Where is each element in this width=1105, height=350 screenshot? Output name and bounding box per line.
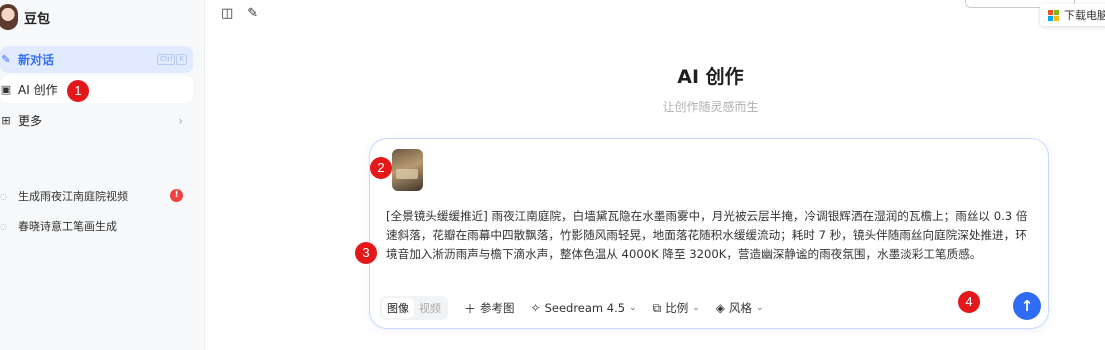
chevron-right-icon: ›	[178, 113, 183, 128]
avatar	[0, 4, 18, 30]
new-chat-icon[interactable]: ✎	[247, 6, 258, 21]
ratio-label: 比例	[665, 301, 689, 315]
ratio-select[interactable]: ⧉ 比例 ⌄	[653, 300, 700, 316]
app-brand[interactable]: 豆包	[0, 2, 50, 32]
download-label: 下载电脑	[1064, 9, 1105, 22]
download-desktop-button[interactable]: 下载电脑	[1040, 4, 1105, 26]
page-subtitle: 让创作随灵感而生	[662, 100, 759, 114]
page-title: AI 创作	[677, 66, 744, 88]
app-name: 豆包	[24, 11, 51, 27]
composer-toolbar: 图像 视频 ＋ 参考图 ✧ Seedream 4.5 ⌄ ⧉ 比例 ⌄ ◈ 风格…	[380, 296, 764, 320]
chat-bubble-icon: ◌	[0, 191, 7, 201]
history-item[interactable]: ◌ 生成雨夜江南庭院视频 !	[0, 186, 193, 206]
reference-label: 参考图	[480, 301, 515, 315]
history-item-label: 生成雨夜江南庭院视频	[18, 190, 128, 203]
chevron-down-icon: ⌄	[692, 303, 700, 313]
style-label: 风格	[728, 301, 752, 315]
ratio-icon: ⧉	[652, 300, 662, 315]
arrow-up-icon: ↑	[1020, 297, 1034, 315]
chevron-down-icon: ⌄	[629, 303, 637, 313]
prompt-input[interactable]: [全景镜头缓缓推近] 雨夜江南庭院，白墙黛瓦隐在水墨雨雾中，月光被云层半掩，冷调…	[386, 207, 1032, 264]
prompt-composer: [全景镜头缓缓推近] 雨夜江南庭院，白墙黛瓦隐在水墨雨雾中，月光被云层半掩，冷调…	[369, 138, 1049, 329]
grid-icon: ⊞	[1, 114, 11, 127]
style-select[interactable]: ◈ 风格 ⌄	[716, 300, 764, 316]
mode-switch: 图像 视频	[380, 296, 448, 320]
palette-icon: ◈	[715, 301, 725, 315]
mode-image-tab[interactable]: 图像	[382, 298, 414, 318]
annotation-marker: 2	[370, 157, 392, 179]
reference-image-thumbnail[interactable]	[392, 149, 423, 191]
annotation-marker: 3	[355, 242, 377, 264]
sparkle-icon: ✧	[530, 301, 541, 315]
reference-image-button[interactable]: ＋ 参考图	[464, 300, 515, 317]
mode-video-tab[interactable]: 视频	[414, 298, 446, 318]
top-toolbar: ◫ ✎	[221, 6, 258, 21]
chat-bubble-icon: ◌	[0, 221, 7, 231]
windows-logo-icon	[1048, 9, 1059, 21]
model-label: Seedream 4.5	[544, 301, 626, 315]
sidebar-toggle-icon[interactable]: ◫	[221, 6, 233, 21]
model-select[interactable]: ✧ Seedream 4.5 ⌄	[531, 301, 637, 315]
annotation-marker: 1	[67, 80, 89, 102]
send-button[interactable]: ↑	[1013, 292, 1041, 320]
chevron-down-icon: ⌄	[755, 303, 764, 313]
history-item-label: 春晓诗意工笔画生成	[18, 220, 117, 233]
annotation-marker: 4	[958, 291, 980, 313]
error-badge: !	[170, 189, 183, 202]
plus-icon: ＋	[464, 301, 477, 316]
sidebar: 豆包 ✎ 新对话 Ctrl K ▣ AI 创作 ⊞ 更多 › ◌ 生成雨夜江南庭…	[0, 0, 205, 350]
history-item[interactable]: ◌ 春晓诗意工笔画生成	[0, 216, 193, 236]
